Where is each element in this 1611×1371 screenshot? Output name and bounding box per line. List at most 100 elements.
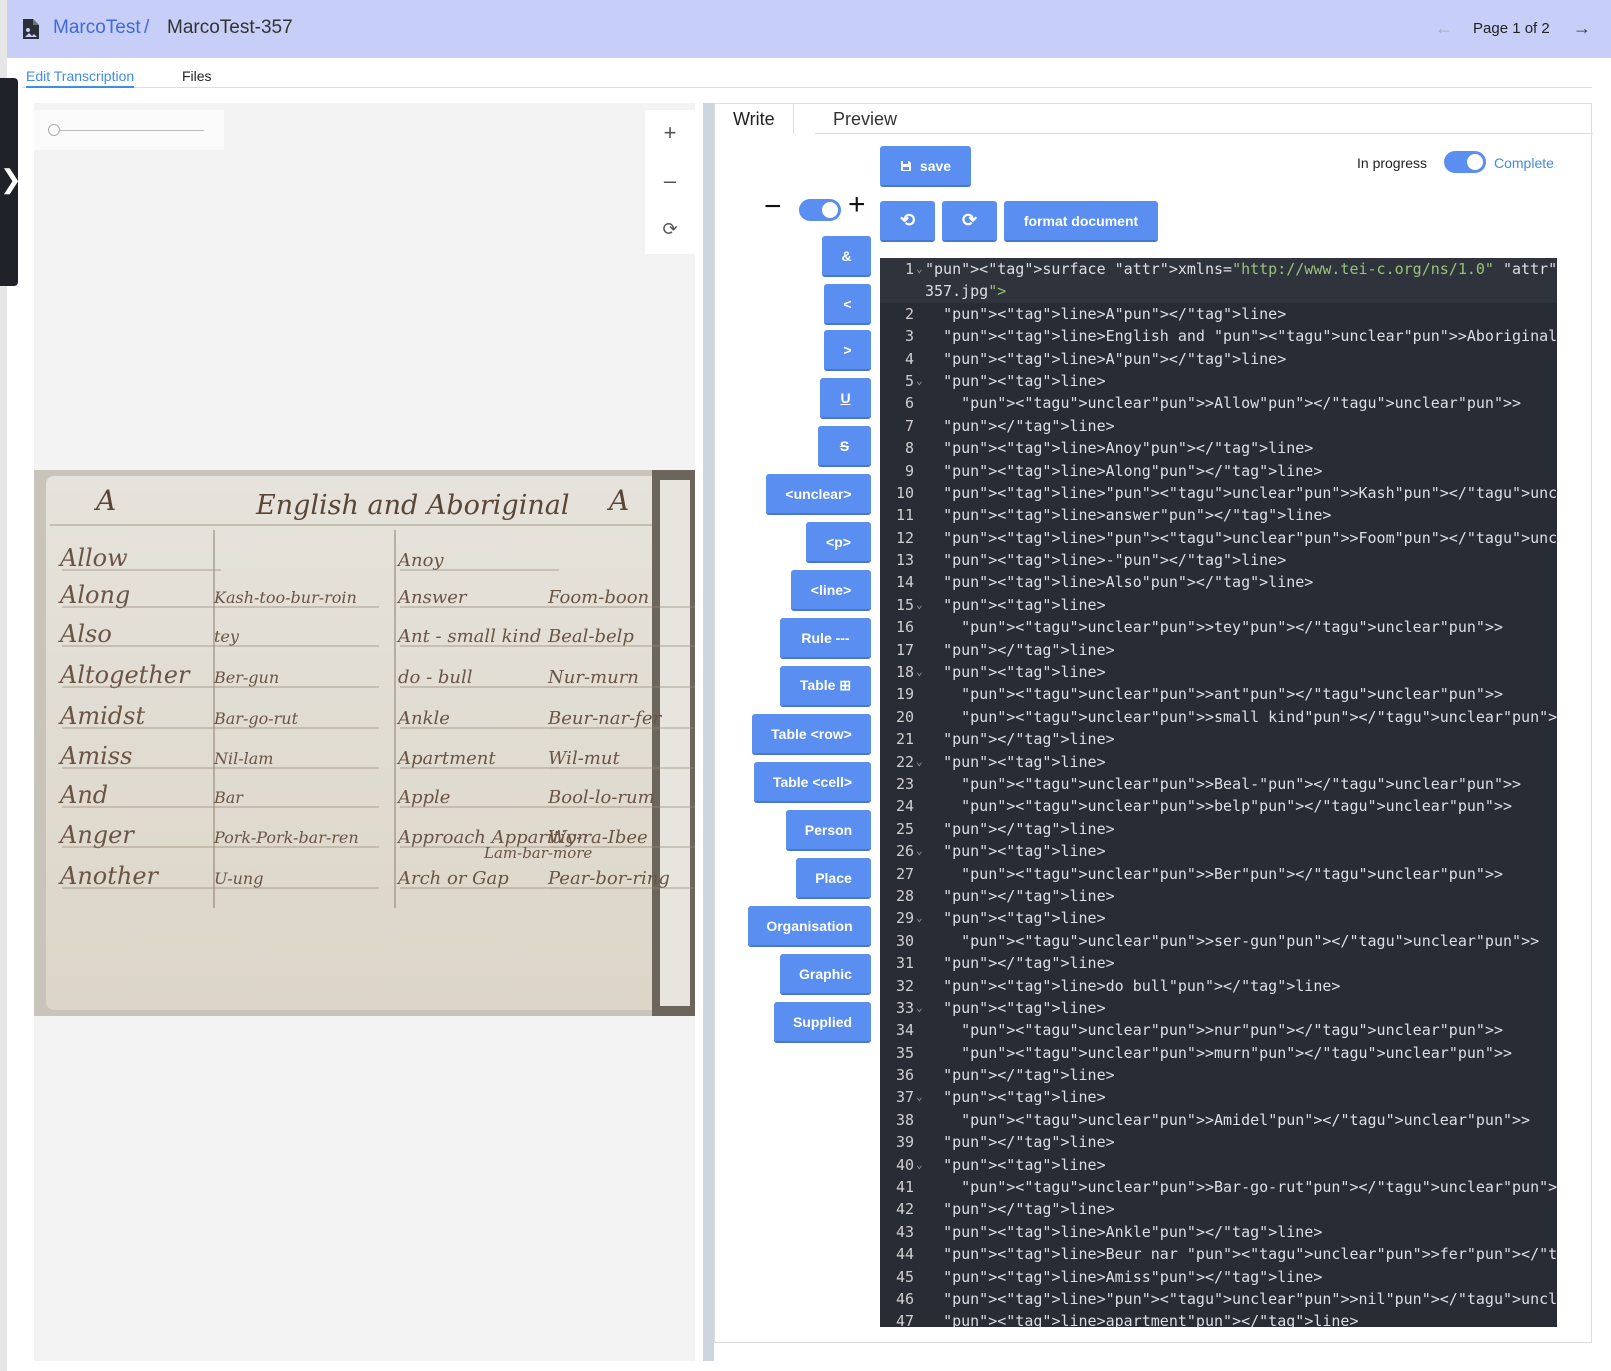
code-line[interactable]: 24 "pun"><"tagu">unclear"pun">>belp"pun"…: [880, 795, 1557, 817]
code-line[interactable]: 16 "pun"><"tagu">unclear"pun">>tey"pun">…: [880, 616, 1557, 638]
tab-edit-transcription[interactable]: Edit Transcription: [26, 68, 135, 88]
tool-paragraph-button[interactable]: <p>: [806, 522, 871, 563]
fold-chevron-icon[interactable]: ⌄: [916, 907, 923, 929]
tool-less-than-button[interactable]: <: [824, 284, 871, 325]
arrow-left-icon[interactable]: ←: [1435, 18, 1453, 39]
code-line[interactable]: 32 "pun"><"tag">line>do bull"pun"></"tag…: [880, 975, 1557, 997]
code-line[interactable]: 7 "pun"></"tag">line>: [880, 415, 1557, 437]
code-line[interactable]: 4 "pun"><"tag">line>A"pun"></"tag">line>: [880, 348, 1557, 370]
code-line[interactable]: 18 ⌄ "pun"><"tag">line>: [880, 661, 1557, 683]
sidebar-toggle[interactable]: ❯: [0, 78, 22, 286]
code-line[interactable]: 43 "pun"><"tag">line>Ankle"pun"></"tag">…: [880, 1221, 1557, 1243]
fold-chevron-icon[interactable]: ⌄: [916, 370, 923, 392]
code-line[interactable]: 17 "pun"></"tag">line>: [880, 639, 1557, 661]
rotate-reset-icon[interactable]: ⟳: [645, 206, 695, 252]
image-viewer[interactable]: + – ⟳ A English and Aboriginal A Allow Al…: [34, 103, 695, 1361]
tool-ampersand-button[interactable]: &: [822, 236, 871, 277]
xml-code-editor[interactable]: 1 ⌄ "pun"><"tag">surface "attr">xmlns="htt…: [880, 258, 1557, 1327]
arrow-right-icon[interactable]: →: [1573, 18, 1591, 39]
code-line[interactable]: 28 "pun"></"tag">line>: [880, 885, 1557, 907]
code-line[interactable]: 27 "pun"><"tagu">unclear"pun">>Ber"pun">…: [880, 863, 1557, 885]
code-line[interactable]: 41 "pun"><"tagu">unclear"pun">>Bar-go-ru…: [880, 1176, 1557, 1198]
tool-underline-button[interactable]: U: [820, 378, 871, 419]
code-line[interactable]: 1 ⌄ "pun"><"tag">surface "attr">xmlns="htt…: [880, 258, 1557, 281]
tool-person-button[interactable]: Person: [786, 810, 871, 851]
code-line[interactable]: 10 "pun"><"tag">line>"pun"><"tagu">uncle…: [880, 482, 1557, 504]
code-line[interactable]: 12 "pun"><"tag">line>"pun"><"tagu">uncle…: [880, 527, 1557, 549]
code-line[interactable]: 47 "pun"><"tag">line>apartment"pun"></"t…: [880, 1310, 1557, 1327]
code-line[interactable]: 9 "pun"><"tag">line>Along"pun"></"tag">l…: [880, 460, 1557, 482]
code-line[interactable]: 42 "pun"></"tag">line>: [880, 1198, 1557, 1220]
tool-rule-button[interactable]: Rule ---: [780, 618, 871, 659]
code-line[interactable]: 33 ⌄ "pun"><"tag">line>: [880, 997, 1557, 1019]
code-line[interactable]: 357.jpg">: [880, 280, 1557, 303]
tab-files[interactable]: Files: [182, 68, 212, 84]
tool-table-button[interactable]: Table ⊞: [780, 666, 871, 707]
code-line[interactable]: 31 "pun"></"tag">line>: [880, 952, 1557, 974]
zoom-out-icon[interactable]: –: [645, 158, 695, 204]
tab-write[interactable]: Write: [715, 104, 794, 134]
code-line[interactable]: 14 "pun"><"tag">line>Also"pun"></"tag">l…: [880, 571, 1557, 593]
code-line[interactable]: 37 ⌄ "pun"><"tag">line>: [880, 1086, 1557, 1108]
manuscript-page-image[interactable]: A English and Aboriginal A Allow Along Als…: [34, 470, 695, 1016]
format-document-button[interactable]: format document: [1004, 201, 1158, 242]
fold-chevron-icon[interactable]: ⌄: [916, 997, 923, 1019]
tool-strikethrough-button[interactable]: S: [818, 426, 871, 467]
fold-chevron-icon[interactable]: ⌄: [916, 594, 923, 616]
fold-chevron-icon[interactable]: ⌄: [916, 751, 923, 773]
code-line[interactable]: 46 "pun"><"tag">line>"pun"><"tagu">uncle…: [880, 1288, 1557, 1310]
tool-organisation-button[interactable]: Organisation: [748, 906, 871, 947]
code-line[interactable]: 40 ⌄ "pun"><"tag">line>: [880, 1154, 1557, 1176]
code-line[interactable]: 44 "pun"><"tag">line>Beur nar "pun"><"ta…: [880, 1243, 1557, 1265]
code-line[interactable]: 36 "pun"></"tag">line>: [880, 1064, 1557, 1086]
undo-button[interactable]: ⟲: [880, 201, 935, 242]
zoom-in-icon[interactable]: +: [645, 110, 695, 156]
code-line[interactable]: 13 "pun"><"tag">line>-"pun"></"tag">line…: [880, 549, 1557, 571]
font-size-toggle[interactable]: [799, 199, 841, 221]
status-toggle[interactable]: [1444, 151, 1486, 173]
fold-chevron-icon[interactable]: ⌄: [916, 1086, 923, 1108]
code-line[interactable]: 5 ⌄ "pun"><"tag">line>: [880, 370, 1557, 392]
fold-chevron-icon[interactable]: ⌄: [916, 258, 923, 280]
code-line[interactable]: 22 ⌄ "pun"><"tag">line>: [880, 751, 1557, 773]
breadcrumb-project-link[interactable]: MarcoTest: [53, 17, 141, 39]
code-line[interactable]: 21 "pun"></"tag">line>: [880, 728, 1557, 750]
tab-preview[interactable]: Preview: [815, 104, 915, 134]
code-line[interactable]: 11 "pun"><"tag">line>answer"pun"></"tag"…: [880, 504, 1557, 526]
panel-splitter[interactable]: [703, 103, 714, 1361]
code-line[interactable]: 3 "pun"><"tag">line>English and "pun"><"…: [880, 325, 1557, 347]
zoom-slider-handle[interactable]: [48, 124, 60, 136]
code-line[interactable]: 38 "pun"><"tagu">unclear"pun">>Amidel"pu…: [880, 1109, 1557, 1131]
font-size-decrease-icon[interactable]: −: [764, 192, 782, 222]
code-line[interactable]: 26 ⌄ "pun"><"tag">line>: [880, 840, 1557, 862]
code-line[interactable]: 35 "pun"><"tagu">unclear"pun">>murn"pun"…: [880, 1042, 1557, 1064]
code-line[interactable]: 25 "pun"></"tag">line>: [880, 818, 1557, 840]
code-line[interactable]: 29 ⌄ "pun"><"tag">line>: [880, 907, 1557, 929]
code-line[interactable]: 15 ⌄ "pun"><"tag">line>: [880, 594, 1557, 616]
tool-unclear-button[interactable]: <unclear>: [766, 474, 871, 515]
tool-graphic-button[interactable]: Graphic: [780, 954, 871, 995]
code-line[interactable]: 6 "pun"><"tagu">unclear"pun">>Allow"pun"…: [880, 392, 1557, 414]
fold-chevron-icon[interactable]: ⌄: [916, 840, 923, 862]
code-line[interactable]: 8 "pun"><"tag">line>Anoy"pun"></"tag">li…: [880, 437, 1557, 459]
code-line[interactable]: 2 "pun"><"tag">line>A"pun"></"tag">line>: [880, 303, 1557, 325]
tool-supplied-button[interactable]: Supplied: [774, 1002, 871, 1043]
tool-line-button[interactable]: <line>: [791, 570, 871, 611]
code-line[interactable]: 23 "pun"><"tagu">unclear"pun">>Beal-"pun…: [880, 773, 1557, 795]
code-line[interactable]: 20 "pun"><"tagu">unclear"pun">>small kin…: [880, 706, 1557, 728]
fold-chevron-icon[interactable]: ⌄: [916, 1154, 923, 1176]
tool-table-row-button[interactable]: Table <row>: [752, 714, 871, 755]
tool-place-button[interactable]: Place: [796, 858, 871, 899]
zoom-slider[interactable]: [34, 110, 224, 150]
code-line[interactable]: 39 "pun"></"tag">line>: [880, 1131, 1557, 1153]
tool-table-cell-button[interactable]: Table <cell>: [754, 762, 871, 803]
redo-button[interactable]: ⟳: [942, 201, 997, 242]
fold-chevron-icon[interactable]: ⌄: [916, 661, 923, 683]
code-line[interactable]: 30 "pun"><"tagu">unclear"pun">>ser-gun"p…: [880, 930, 1557, 952]
tool-greater-than-button[interactable]: >: [824, 330, 871, 371]
code-line[interactable]: 45 "pun"><"tag">line>Amiss"pun"></"tag">…: [880, 1266, 1557, 1288]
code-line[interactable]: 19 "pun"><"tagu">unclear"pun">>ant"pun">…: [880, 683, 1557, 705]
font-size-increase-icon[interactable]: +: [848, 190, 866, 220]
code-line[interactable]: 34 "pun"><"tagu">unclear"pun">>nur"pun">…: [880, 1019, 1557, 1041]
save-button[interactable]: save: [880, 146, 971, 187]
